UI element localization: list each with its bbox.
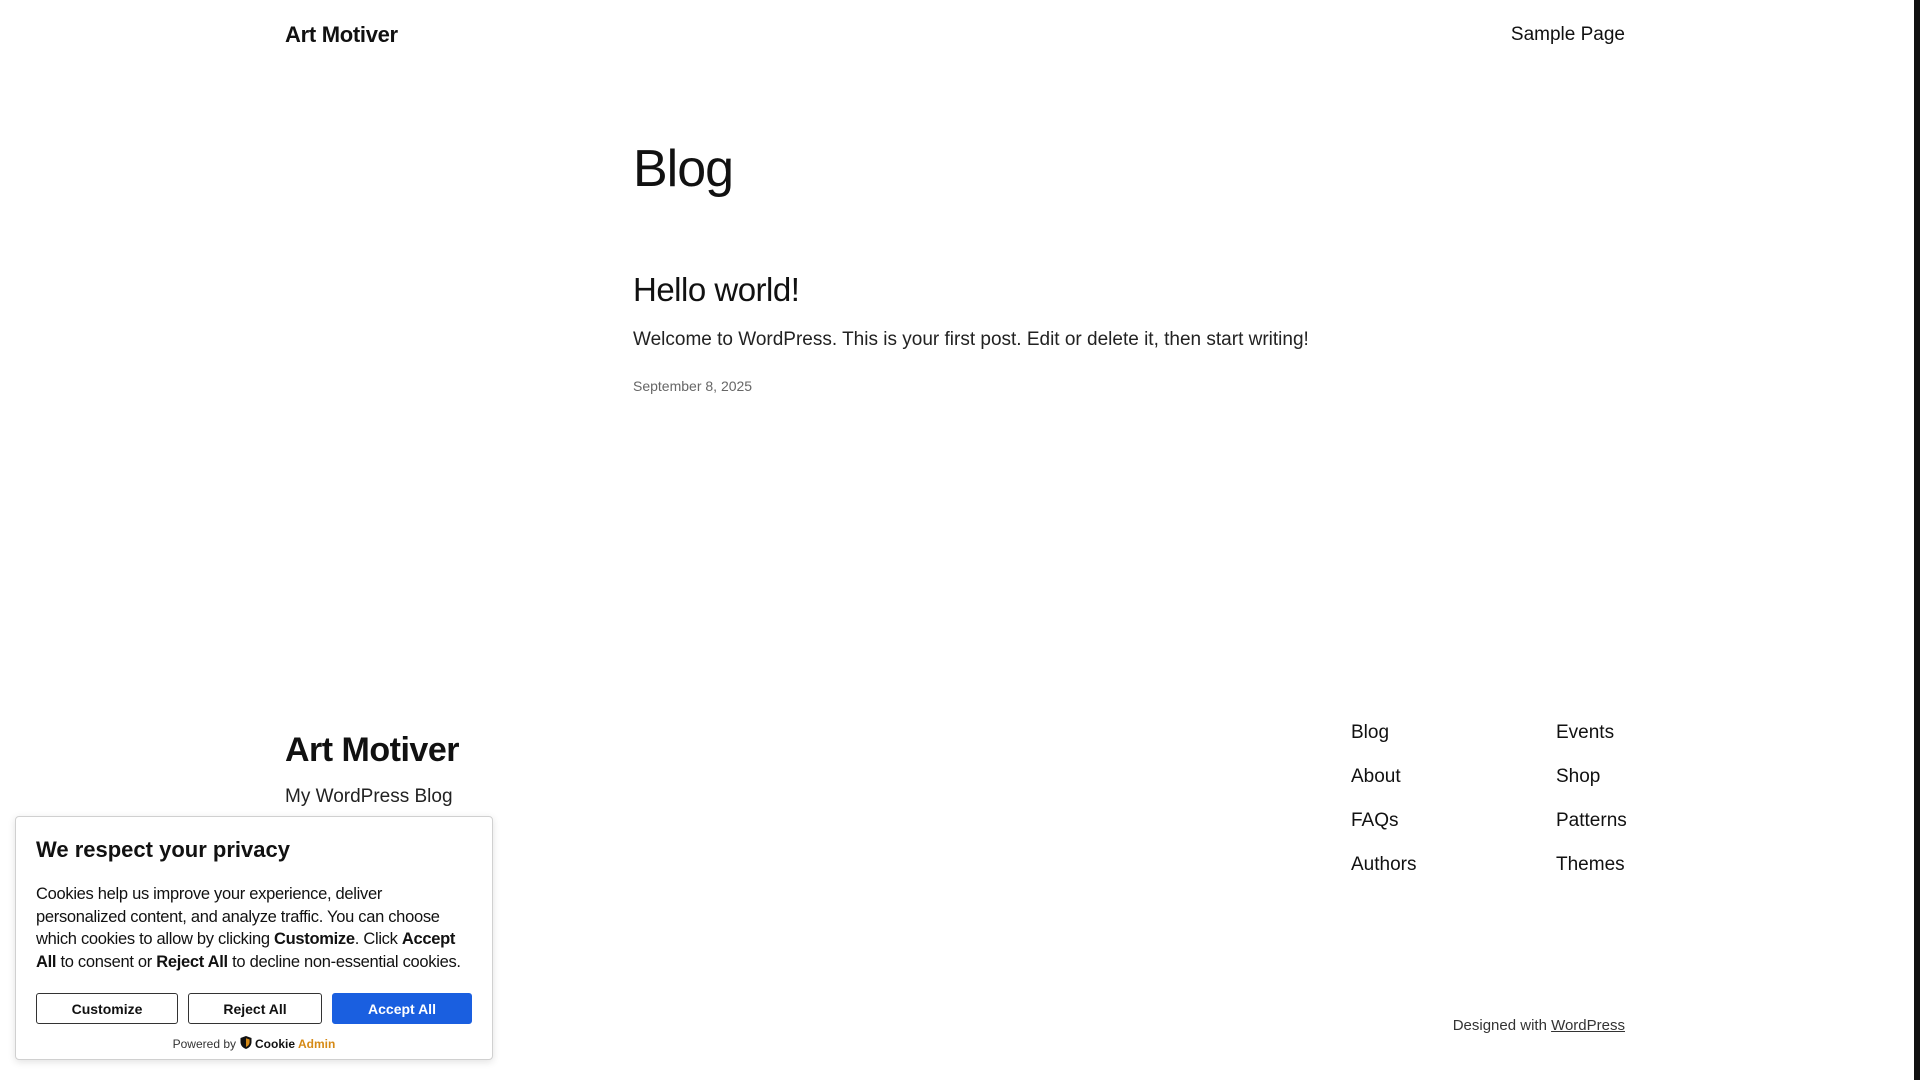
wordpress-link[interactable]: WordPress <box>1551 1017 1625 1034</box>
site-header: Art Motiver Sample Page <box>285 0 1625 70</box>
footer-link-events[interactable]: Events <box>1556 720 1636 746</box>
cookieadmin-logo[interactable]: Cookie Admin <box>240 1036 335 1052</box>
post-title-link[interactable]: Hello world! <box>633 268 1333 312</box>
customize-button[interactable]: Customize <box>36 993 178 1024</box>
footer-nav: Blog Events About Shop FAQs Patterns Aut… <box>1351 720 1636 878</box>
accept-all-button[interactable]: Accept All <box>332 993 472 1024</box>
cookie-actions: Customize Reject All Accept All <box>36 993 472 1024</box>
page-scrollbar[interactable] <box>1914 0 1920 1080</box>
brand-name-part2: Admin <box>298 1037 336 1051</box>
footer-link-themes[interactable]: Themes <box>1556 852 1636 878</box>
footer-link-shop[interactable]: Shop <box>1556 764 1636 790</box>
nav-link-sample-page[interactable]: Sample Page <box>1511 24 1625 46</box>
cookie-text-customize: Customize <box>274 930 355 948</box>
cookie-consent-banner: We respect your privacy Cookies help us … <box>15 816 493 1060</box>
footer-link-patterns[interactable]: Patterns <box>1556 808 1636 834</box>
post-card: Hello world! Welcome to WordPress. This … <box>633 268 1333 394</box>
page-title: Blog <box>633 140 734 198</box>
page: Art Motiver Sample Page Blog Hello world… <box>0 0 1920 1080</box>
powered-by: Powered by Cookie Admin <box>36 1036 472 1052</box>
site-footer: Art Motiver My WordPress Blog Blog Event… <box>285 720 1627 875</box>
main-content: Blog Hello world! Welcome to WordPress. … <box>633 130 1333 394</box>
footer-link-faqs[interactable]: FAQs <box>1351 808 1556 834</box>
footer-link-authors[interactable]: Authors <box>1351 852 1556 878</box>
brand-name-part1: Cookie <box>255 1037 296 1051</box>
cookie-text-part: to decline non-essential cookies. <box>227 952 461 971</box>
reject-all-button[interactable]: Reject All <box>188 993 322 1024</box>
footer-link-about[interactable]: About <box>1351 764 1556 790</box>
footer-credits: Designed with WordPress <box>1453 1017 1625 1034</box>
shield-icon <box>240 1036 252 1052</box>
cookie-text-reject: Reject All <box>156 952 228 971</box>
site-title-link[interactable]: Art Motiver <box>285 22 398 48</box>
cookie-banner-description: Cookies help us improve your experience,… <box>36 883 472 973</box>
post-excerpt: Welcome to WordPress. This is your first… <box>633 329 1309 350</box>
footer-link-blog[interactable]: Blog <box>1351 720 1556 746</box>
cookie-text-part: to consent or <box>56 952 157 971</box>
powered-by-label: Powered by <box>172 1037 236 1051</box>
post-date: September 8, 2025 <box>633 378 753 394</box>
cookie-text-part: . Click <box>354 930 402 948</box>
cookie-banner-title: We respect your privacy <box>36 837 290 862</box>
credits-prefix: Designed with <box>1452 1017 1547 1034</box>
